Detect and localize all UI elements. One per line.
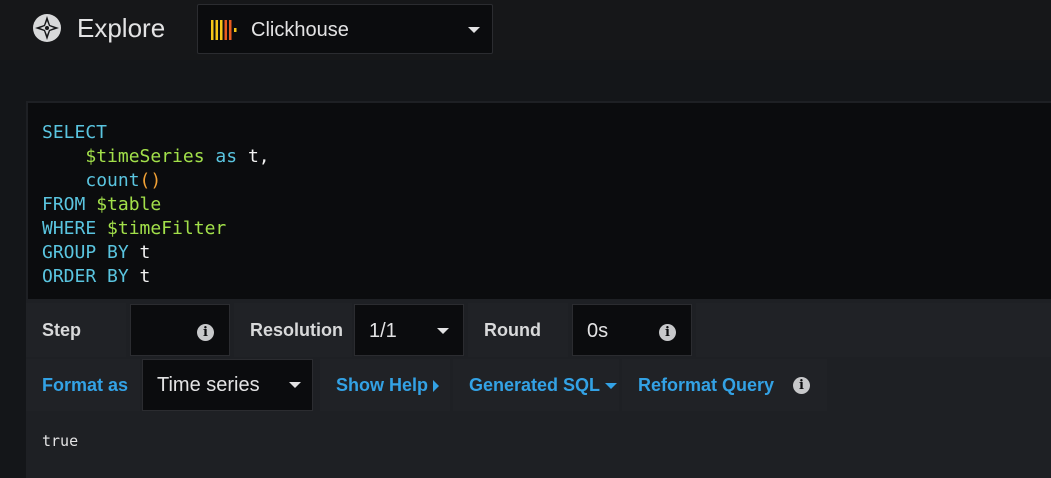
chevron-down-icon	[468, 27, 480, 33]
info-icon[interactable]: i	[659, 324, 676, 341]
code-token: $timeSeries	[85, 146, 205, 167]
code-token: t	[139, 266, 151, 287]
code-token: ()	[139, 170, 162, 191]
round-value: 0s	[587, 320, 609, 342]
reformat-query-label: Reformat Query	[638, 375, 775, 395]
show-help-label: Show Help	[336, 375, 429, 395]
code-token: count	[85, 170, 140, 191]
caret-down-icon	[605, 383, 618, 390]
code-line: FROM $table	[42, 193, 1051, 217]
sql-query-editor[interactable]: SELECT $timeSeries as t, count() FROM $ta…	[28, 103, 1051, 299]
code-token: $timeFilter	[107, 218, 227, 239]
reformat-query-button[interactable]: Reformat Query i	[622, 359, 827, 411]
generated-sql-button[interactable]: Generated SQL	[453, 359, 619, 411]
clickhouse-logo-icon	[211, 20, 237, 40]
round-label: Round	[468, 303, 568, 357]
datasource-picker[interactable]: Clickhouse	[197, 4, 493, 54]
datasource-name: Clickhouse	[251, 19, 349, 41]
step-label: Step	[26, 303, 126, 357]
format-row: Format as Time series Show Help Generate…	[26, 359, 1051, 411]
code-token: GROUP BY	[42, 242, 140, 263]
resolution-select[interactable]: 1/1	[354, 304, 464, 356]
top-bar: Explore Clickhouse	[0, 0, 1051, 60]
code-token: FROM	[42, 194, 97, 215]
query-result-text: true	[42, 432, 79, 450]
compass-icon	[33, 14, 61, 42]
info-icon[interactable]: i	[197, 324, 214, 341]
show-help-button[interactable]: Show Help	[320, 359, 450, 411]
code-token: SELECT	[42, 122, 108, 143]
code-token: as	[204, 146, 248, 167]
chevron-down-icon	[289, 382, 301, 388]
query-options-row: Step i Resolution 1/1 Round 0s i	[26, 303, 1051, 357]
resolution-label: Resolution	[234, 303, 352, 357]
round-input[interactable]: 0s i	[572, 304, 692, 356]
code-token: ORDER BY	[42, 266, 140, 287]
generated-sql-label: Generated SQL	[469, 375, 601, 395]
step-input[interactable]: i	[130, 304, 230, 356]
options-filler	[696, 303, 1051, 357]
code-line: count()	[42, 169, 1051, 193]
format-select[interactable]: Time series	[142, 359, 313, 411]
info-icon[interactable]: i	[793, 377, 810, 394]
code-token: t	[139, 242, 151, 263]
code-line: WHERE $timeFilter	[42, 217, 1051, 241]
code-token: WHERE	[42, 218, 108, 239]
caret-right-icon	[433, 380, 440, 393]
code-line: ORDER BY t	[42, 265, 1051, 289]
code-token: $table	[96, 194, 162, 215]
code-line: GROUP BY t	[42, 241, 1051, 265]
code-line: $timeSeries as t,	[42, 145, 1051, 169]
page-title: Explore	[77, 13, 166, 43]
code-line: SELECT	[42, 121, 1051, 145]
code-token: t,	[247, 146, 270, 167]
format-value: Time series	[157, 374, 260, 396]
format-as-label: Format as	[26, 359, 140, 411]
resolution-value: 1/1	[369, 320, 397, 342]
chevron-down-icon	[437, 328, 449, 334]
